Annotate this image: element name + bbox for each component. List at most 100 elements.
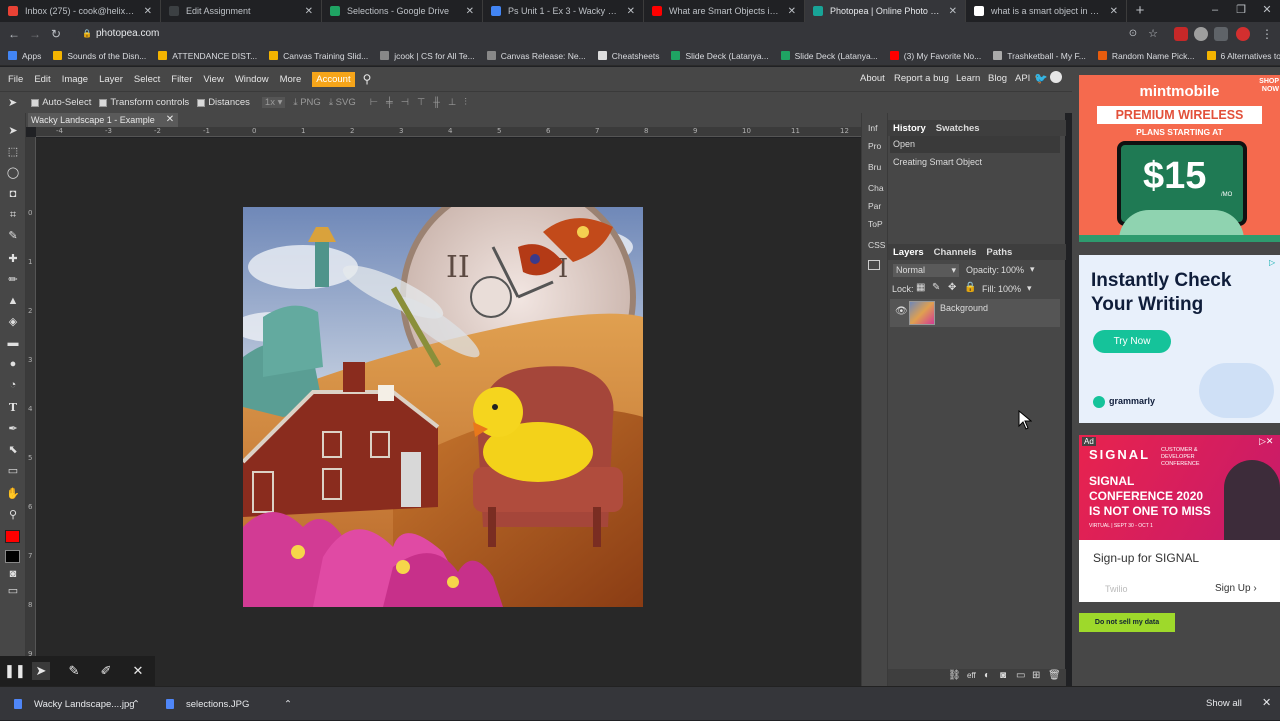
- auto-select-checkbox[interactable]: Auto-Select: [31, 97, 91, 108]
- history-item[interactable]: Creating Smart Object: [890, 154, 1060, 171]
- align-center-icon[interactable]: ╪: [386, 97, 393, 108]
- dodge-tool-icon[interactable]: ◔: [5, 377, 21, 393]
- ad-info-icon[interactable]: ▷: [1269, 258, 1275, 267]
- twitter-icon[interactable]: 🐦: [1034, 67, 1048, 91]
- export-png-button[interactable]: ⤓ PNG: [293, 97, 320, 108]
- puzzle-extension-icon[interactable]: [1194, 27, 1208, 41]
- shop-now-corner[interactable]: SHOP NOW: [1247, 78, 1279, 94]
- type-tool-icon[interactable]: T: [5, 400, 21, 416]
- bookmark-item[interactable]: Sounds of the Disn...: [53, 51, 146, 61]
- menu-edit[interactable]: Edit: [34, 74, 50, 85]
- browser-tab[interactable]: What are Smart Objects in Photo...✕: [644, 0, 805, 22]
- mint-mobile-ad[interactable]: mintmobile PREMIUM WIRELESS PLANS STARTI…: [1079, 75, 1280, 242]
- menu-select[interactable]: Select: [134, 74, 160, 85]
- panel-properties-tab[interactable]: Pro: [868, 141, 881, 151]
- bookmark-item[interactable]: 6 Alternatives to Pa...: [1207, 51, 1280, 61]
- healing-tool-icon[interactable]: ✚: [5, 251, 21, 267]
- tab-layers[interactable]: Layers: [888, 247, 929, 258]
- delete-layer-icon[interactable]: 🗑: [1048, 670, 1061, 681]
- image-panel-icon[interactable]: [868, 260, 880, 270]
- browser-tab[interactable]: Edit Assignment✕: [161, 0, 322, 22]
- opacity-value[interactable]: 100%: [1001, 265, 1024, 275]
- zoom-tool-icon[interactable]: ⚲: [5, 507, 21, 523]
- back-icon[interactable]: ←: [5, 25, 23, 43]
- browser-tab[interactable]: Ps Unit 1 - Ex 3 - Wacky Landscape✕: [483, 0, 644, 22]
- menu-window[interactable]: Window: [235, 74, 269, 85]
- close-shelf-icon[interactable]: ✕: [1262, 693, 1271, 714]
- distribute-icon[interactable]: ⫶: [464, 97, 466, 108]
- screen-mode-icon[interactable]: ▭: [5, 583, 21, 599]
- lens-icon[interactable]: ⊙: [1124, 25, 1142, 43]
- menu-image[interactable]: Image: [62, 74, 88, 85]
- lock-position-icon[interactable]: ✥: [948, 282, 956, 293]
- download-item[interactable]: selections.JPG ⌃: [166, 687, 296, 721]
- zoom-select[interactable]: 1x ▾: [262, 97, 285, 108]
- close-tab-icon[interactable]: ✕: [627, 6, 635, 17]
- browser-tab[interactable]: Photopea | Online Photo Editor✕: [805, 0, 966, 22]
- bookmark-item[interactable]: Slide Deck (Latanya...: [671, 51, 768, 61]
- lock-all-icon[interactable]: 🔒: [964, 282, 976, 293]
- history-item[interactable]: Open: [890, 136, 1060, 153]
- show-all-button[interactable]: Show all: [1206, 693, 1242, 714]
- try-now-button[interactable]: Try Now: [1093, 330, 1171, 353]
- path-select-tool-icon[interactable]: ⬉: [5, 442, 21, 458]
- grammarly-ad[interactable]: Instantly Check Your Writing Try Now gra…: [1079, 255, 1280, 423]
- align-top-icon[interactable]: ⊤: [417, 97, 425, 108]
- background-color-swatch[interactable]: [5, 550, 20, 563]
- align-bottom-icon[interactable]: ⊥: [448, 97, 456, 108]
- browser-tab[interactable]: what is a smart object in photosh...✕: [966, 0, 1127, 22]
- browser-menu-icon[interactable]: ⋮: [1258, 25, 1276, 43]
- fill-dropdown-icon[interactable]: ▾: [1027, 283, 1032, 294]
- layer-mask-icon[interactable]: ◙: [1000, 670, 1006, 681]
- reload-icon[interactable]: ↻: [47, 25, 65, 43]
- document-tab[interactable]: Wacky Landscape 1 - Example: [28, 113, 178, 127]
- close-tab-icon[interactable]: ✕: [144, 6, 152, 17]
- bookmark-item[interactable]: Random Name Pick...: [1098, 51, 1195, 61]
- signal-ad[interactable]: Ad SIGNAL CUSTOMER & DEVELOPER CONFERENC…: [1079, 435, 1280, 602]
- media-icon[interactable]: [1214, 27, 1228, 41]
- opacity-dropdown-icon[interactable]: ▾: [1030, 264, 1035, 275]
- new-tab-button[interactable]: +: [1127, 0, 1153, 22]
- quick-mask-icon[interactable]: ◙: [5, 566, 21, 582]
- close-document-icon[interactable]: ✕: [164, 113, 176, 127]
- minimize-icon[interactable]: –: [1202, 0, 1228, 22]
- panel-info-tab[interactable]: Inf: [868, 123, 877, 133]
- bookmark-item[interactable]: Canvas Training Slid...: [269, 51, 368, 61]
- adjustment-layer-icon[interactable]: ◐: [984, 670, 990, 681]
- menu-more[interactable]: More: [280, 74, 302, 85]
- pointer-icon[interactable]: ➤: [32, 662, 50, 680]
- menu-filter[interactable]: Filter: [171, 74, 192, 85]
- close-tab-icon[interactable]: ✕: [788, 6, 796, 17]
- lock-pixels-icon[interactable]: ✎: [932, 282, 940, 293]
- layer-row[interactable]: 👁 Background: [890, 299, 1060, 327]
- layer-effects-button[interactable]: eff: [967, 671, 976, 680]
- menu-api[interactable]: API: [1015, 67, 1030, 91]
- close-tab-icon[interactable]: ✕: [305, 6, 313, 17]
- foreground-color-swatch[interactable]: [5, 530, 20, 543]
- align-left-icon[interactable]: ⊢: [370, 97, 378, 108]
- eraser-tool-icon[interactable]: ◈: [5, 314, 21, 330]
- panel-paragraph-tab[interactable]: Par: [868, 201, 881, 211]
- do-not-sell-button[interactable]: Do not sell my data: [1079, 613, 1175, 632]
- panel-tool-presets-tab[interactable]: ToP: [868, 219, 883, 229]
- pen-icon[interactable]: ✎: [65, 662, 83, 680]
- bookmark-star-icon[interactable]: ☆: [1144, 25, 1162, 43]
- close-recorder-icon[interactable]: ✕: [129, 662, 147, 680]
- menu-file[interactable]: File: [8, 74, 23, 85]
- export-svg-button[interactable]: ⤓ SVG: [329, 97, 356, 108]
- search-icon[interactable]: ⚲: [363, 72, 372, 86]
- clone-stamp-tool-icon[interactable]: ▲: [5, 293, 21, 309]
- quick-select-tool-icon[interactable]: ◘: [5, 186, 21, 202]
- maximize-icon[interactable]: ❐: [1228, 0, 1254, 22]
- close-window-icon[interactable]: ✕: [1254, 0, 1280, 22]
- facebook-icon[interactable]: [1050, 67, 1062, 91]
- menu-learn[interactable]: Learn: [956, 67, 980, 91]
- crop-tool-icon[interactable]: ⌗: [5, 207, 21, 223]
- bookmark-item[interactable]: Apps: [8, 51, 41, 61]
- gradient-tool-icon[interactable]: ▬: [5, 335, 21, 351]
- lasso-tool-icon[interactable]: ◯: [5, 165, 21, 181]
- bookmark-item[interactable]: Slide Deck (Latanya...: [781, 51, 878, 61]
- tab-paths[interactable]: Paths: [981, 247, 1017, 258]
- avatar[interactable]: [1236, 27, 1250, 41]
- download-item[interactable]: Wacky Landscape....jpg ⌃: [14, 687, 144, 721]
